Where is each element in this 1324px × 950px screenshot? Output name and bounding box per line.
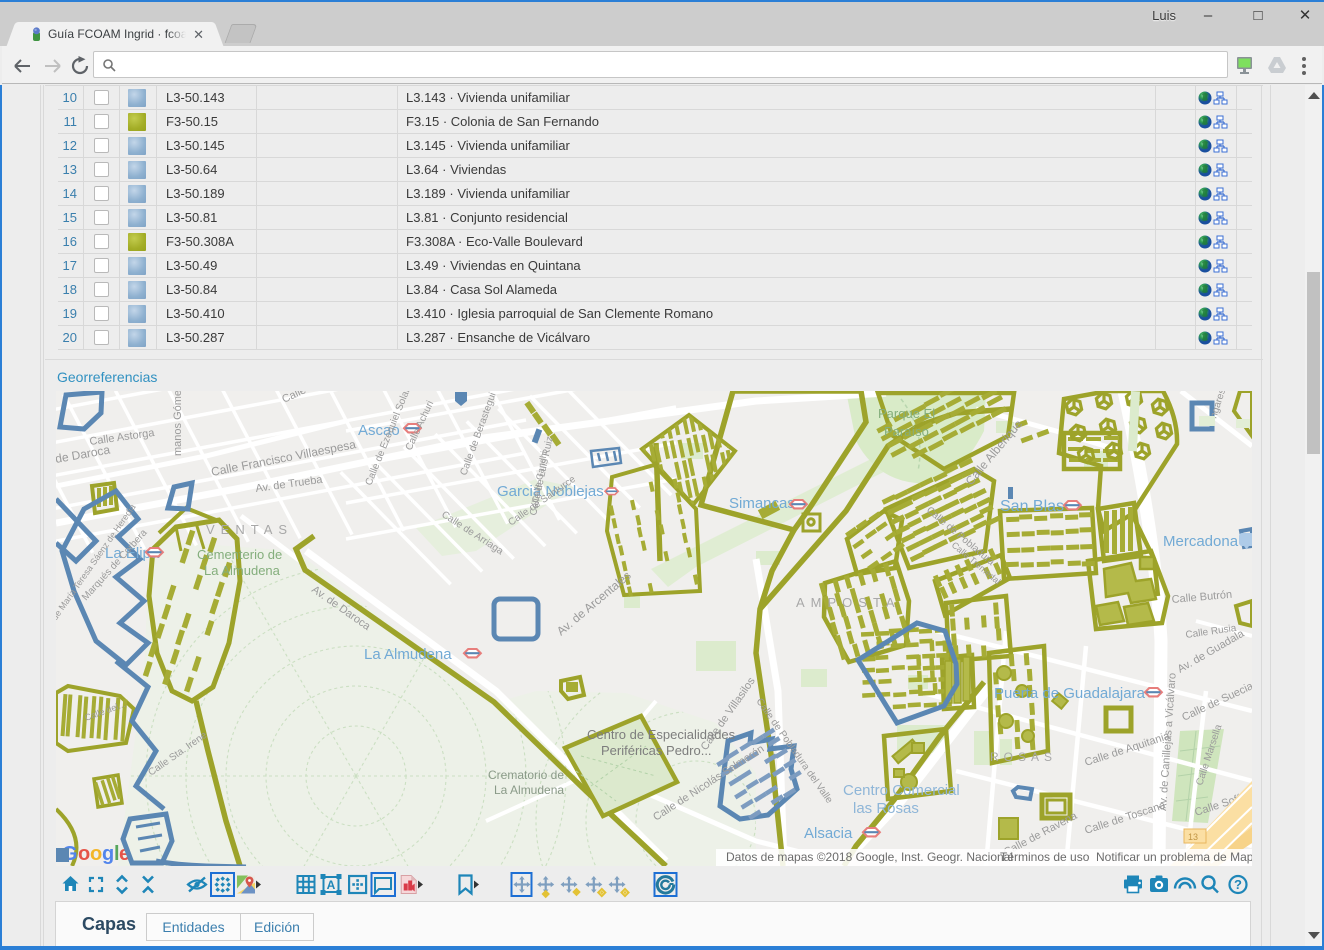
svg-text:A: A [327, 878, 336, 892]
svg-text:San Blas: San Blas [1000, 498, 1064, 515]
svg-text:13: 13 [1188, 832, 1198, 842]
svg-text:La Almudena: La Almudena [204, 563, 281, 578]
svg-text:Notificar un problema de Maps: Notificar un problema de Maps [1096, 850, 1252, 864]
svg-text:AMPOSTA: AMPOSTA [796, 595, 901, 610]
svg-text:Simancas: Simancas [729, 495, 795, 512]
svg-text:Periféricas Pedro...: Periféricas Pedro... [601, 743, 712, 758]
svg-text:Paraíso: Paraíso [884, 424, 929, 439]
svg-text:manos Gómez: manos Gómez [172, 391, 184, 456]
svg-text:o: o [90, 843, 102, 865]
svg-text:Puerta de Guadalajara: Puerta de Guadalajara [994, 685, 1146, 702]
svg-text:Mercadona: Mercadona [1163, 533, 1239, 550]
svg-text:Datos de mapas ©2018 Google, I: Datos de mapas ©2018 Google, Inst. Geogr… [726, 850, 1013, 864]
svg-text:ROSAS: ROSAS [990, 750, 1057, 764]
svg-text:Cementerio de: Cementerio de [197, 547, 282, 562]
svg-text:Centro Comercial: Centro Comercial [843, 782, 960, 799]
svg-text:las Rosas: las Rosas [853, 800, 919, 817]
svg-text:Términos de uso: Términos de uso [1000, 850, 1090, 864]
svg-text:VENTAS: VENTAS [206, 522, 293, 537]
svg-text:Alsacia: Alsacia [804, 825, 853, 842]
svg-text:g: g [102, 843, 114, 865]
svg-text:Parque El: Parque El [878, 406, 935, 421]
svg-text:La Almudena: La Almudena [494, 783, 564, 797]
svg-text:La Almudena: La Almudena [364, 646, 452, 663]
svg-text:o: o [78, 843, 90, 865]
svg-text:?: ? [1234, 877, 1242, 892]
svg-text:Crematorio de: Crematorio de [488, 768, 564, 782]
